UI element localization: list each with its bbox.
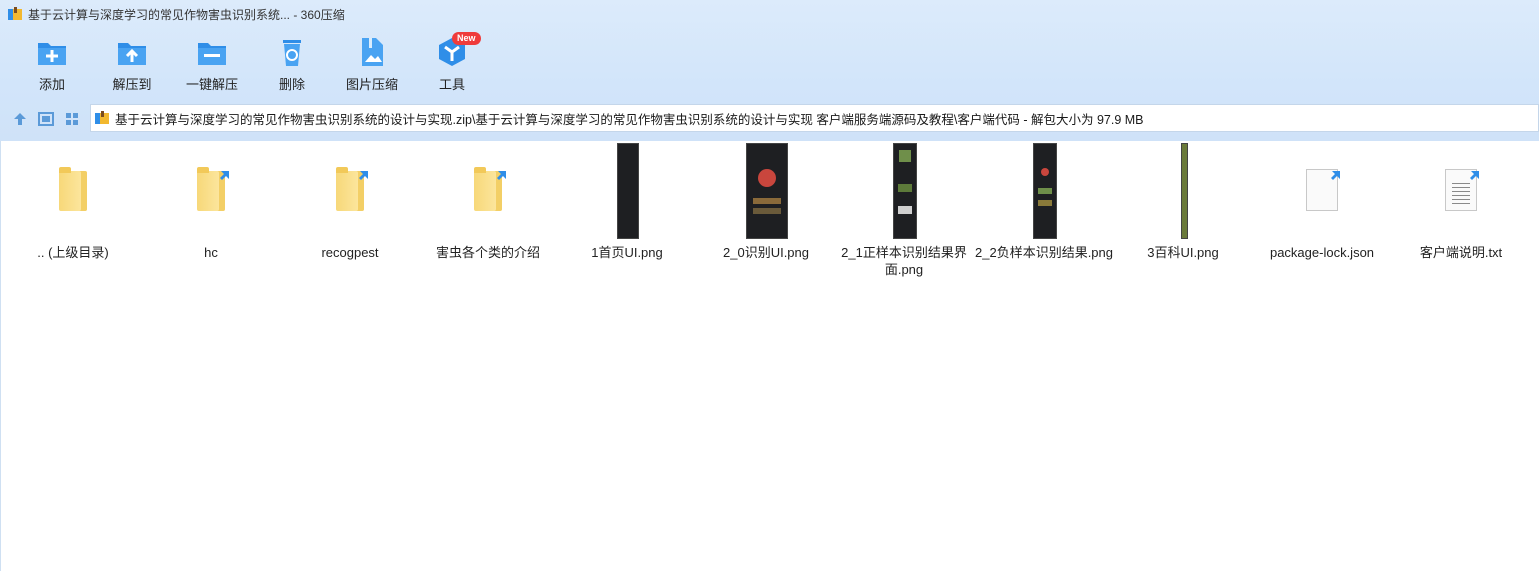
preview-graphic bbox=[898, 150, 912, 214]
add-label: 添加 bbox=[38, 77, 65, 92]
grid-view-icon[interactable] bbox=[63, 110, 81, 128]
extract-to-label: 解压到 bbox=[112, 77, 152, 92]
preview-graphic bbox=[1038, 168, 1052, 206]
new-badge: New bbox=[452, 32, 481, 45]
folder-icon bbox=[59, 167, 87, 211]
file-item-parent[interactable]: .. (上级目录) bbox=[3, 141, 143, 261]
delete-button[interactable]: 删除 bbox=[247, 36, 337, 96]
file-item-negative-result[interactable]: 2_2负样本识别结果.png bbox=[974, 141, 1114, 261]
one-click-extract-label: 一键解压 bbox=[185, 77, 238, 92]
extract-to-button[interactable]: 解压到 bbox=[87, 36, 177, 96]
image-thumbnail bbox=[893, 143, 917, 239]
thumbnail bbox=[1113, 141, 1253, 241]
thumbnail bbox=[557, 141, 697, 241]
file-item-encyclopedia-ui[interactable]: 3百科UI.png bbox=[1113, 141, 1253, 261]
file-list: .. (上级目录) hc recogpest 害虫各个类的介绍 1首页UI.pn… bbox=[0, 141, 1539, 571]
image-compress-button[interactable]: 图片压缩 bbox=[327, 36, 417, 96]
shortcut-arrow-icon bbox=[1331, 171, 1340, 180]
file-item-recogpest[interactable]: recogpest bbox=[280, 141, 420, 261]
thumbnail bbox=[3, 141, 143, 241]
file-item-hc[interactable]: hc bbox=[141, 141, 281, 261]
file-name: .. (上级目录) bbox=[37, 245, 109, 260]
tools-icon: New bbox=[436, 32, 481, 68]
tools-button[interactable]: New 工具 bbox=[407, 32, 497, 96]
image-compress-label: 图片压缩 bbox=[345, 77, 398, 92]
address-bar[interactable]: 基于云计算与深度学习的常见作物害虫识别系统的设计与实现.zip\基于云计算与深度… bbox=[90, 104, 1539, 132]
image-thumbnail bbox=[617, 143, 639, 239]
preview-graphic bbox=[753, 169, 781, 214]
file-name: 2_0识别UI.png bbox=[723, 245, 809, 260]
image-compress-icon bbox=[356, 36, 388, 68]
file-name: 客户端说明.txt bbox=[1419, 245, 1503, 260]
delete-label: 删除 bbox=[278, 77, 305, 92]
title-bar: 基于云计算与深度学习的常见作物害虫识别系统... - 360压缩 bbox=[0, 0, 1539, 28]
shortcut-arrow-icon bbox=[1470, 171, 1479, 180]
thumbnail bbox=[1391, 141, 1531, 241]
file-item-home-ui[interactable]: 1首页UI.png bbox=[557, 141, 697, 261]
file-name: recogpest bbox=[321, 245, 379, 260]
window-chrome: 基于云计算与深度学习的常见作物害虫识别系统... - 360压缩 添加 解压到 … bbox=[0, 0, 1539, 142]
file-item-positive-result[interactable]: 2_1正样本识别结果界面.png bbox=[834, 141, 974, 278]
file-name: hc bbox=[204, 245, 218, 260]
archive-icon bbox=[95, 111, 109, 125]
detail-view-icon[interactable] bbox=[37, 110, 55, 128]
thumbnail bbox=[1252, 141, 1392, 241]
image-thumbnail bbox=[746, 143, 788, 239]
thumbnail bbox=[418, 141, 558, 241]
thumbnail bbox=[696, 141, 836, 241]
file-name: 1首页UI.png bbox=[591, 245, 663, 260]
app-icon bbox=[8, 7, 22, 21]
file-name: 2_1正样本识别结果界面.png bbox=[841, 245, 967, 277]
thumbnail bbox=[834, 141, 974, 241]
thumbnail bbox=[141, 141, 281, 241]
add-button[interactable]: 添加 bbox=[7, 36, 97, 96]
extract-to-icon bbox=[116, 36, 148, 68]
image-thumbnail bbox=[1181, 143, 1188, 239]
file-item-client-readme[interactable]: 客户端说明.txt bbox=[1391, 141, 1531, 261]
file-name: 3百科UI.png bbox=[1147, 245, 1219, 260]
shortcut-arrow-icon bbox=[359, 171, 368, 180]
add-icon bbox=[36, 36, 68, 68]
navigation-bar: 基于云计算与深度学习的常见作物害虫识别系统的设计与实现.zip\基于云计算与深度… bbox=[0, 103, 1539, 135]
file-name: 2_2负样本识别结果.png bbox=[975, 245, 1113, 260]
image-thumbnail bbox=[1033, 143, 1057, 239]
up-arrow-icon[interactable] bbox=[11, 110, 29, 128]
shortcut-arrow-icon bbox=[220, 171, 229, 180]
thumbnail bbox=[974, 141, 1114, 241]
thumbnail bbox=[280, 141, 420, 241]
one-click-extract-button[interactable]: 一键解压 bbox=[167, 36, 257, 96]
shortcut-arrow-icon bbox=[497, 171, 506, 180]
tools-label: 工具 bbox=[438, 77, 465, 92]
one-click-extract-icon bbox=[196, 36, 228, 68]
delete-icon bbox=[276, 36, 308, 68]
window-title: 基于云计算与深度学习的常见作物害虫识别系统... - 360压缩 bbox=[28, 7, 345, 22]
address-path: 基于云计算与深度学习的常见作物害虫识别系统的设计与实现.zip\基于云计算与深度… bbox=[115, 112, 1144, 127]
file-item-recognize-ui[interactable]: 2_0识别UI.png bbox=[696, 141, 836, 261]
file-name: package-lock.json bbox=[1269, 245, 1375, 260]
file-name: 害虫各个类的介绍 bbox=[435, 245, 540, 260]
file-item-pest-intro[interactable]: 害虫各个类的介绍 bbox=[418, 141, 558, 261]
file-item-package-lock[interactable]: package-lock.json bbox=[1252, 141, 1392, 261]
toolbar: 添加 解压到 一键解压 删除 图片压缩 New 工具 bbox=[0, 30, 1539, 100]
